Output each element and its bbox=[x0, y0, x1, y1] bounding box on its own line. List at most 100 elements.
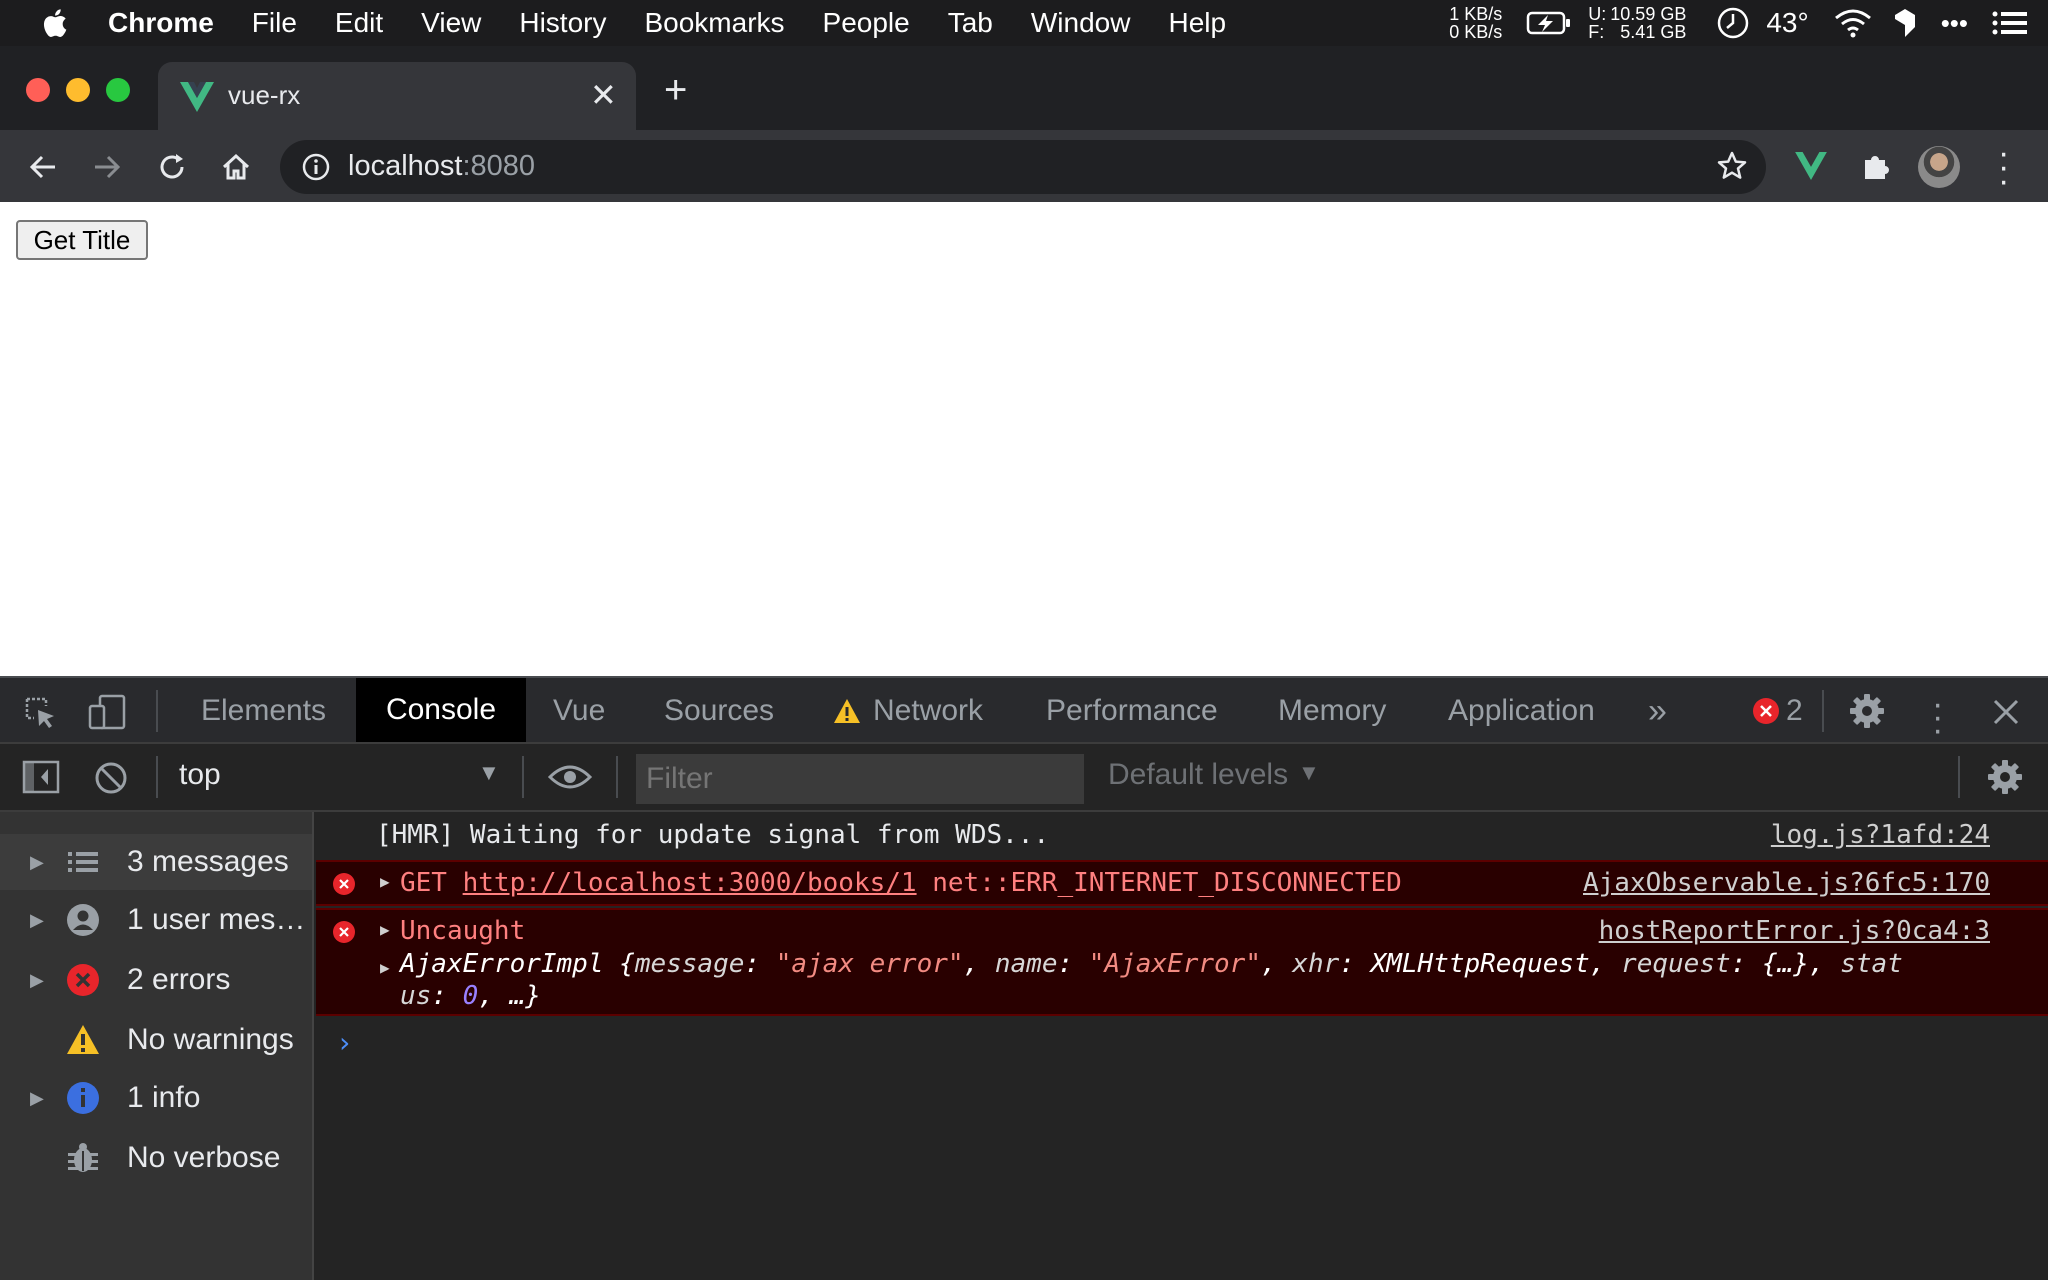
menu-bookmarks[interactable]: Bookmarks bbox=[644, 7, 784, 39]
clear-console-icon[interactable] bbox=[94, 761, 128, 795]
request-line: GET http://localhost:3000/books/1 net::E… bbox=[400, 868, 1402, 898]
console-sidebar: ▶ 3 messages ▶ 1 user mes… ▶ 2 errors No… bbox=[0, 812, 314, 1280]
error-icon bbox=[333, 873, 355, 895]
tab-vue[interactable]: Vue bbox=[553, 678, 605, 744]
control-center-list-icon[interactable] bbox=[1992, 10, 2028, 36]
disk-usage[interactable]: 10.59 GB 5.41 GB bbox=[1610, 5, 1686, 41]
window-close-button[interactable] bbox=[26, 78, 50, 102]
log-levels-dropdown[interactable]: Default levels bbox=[1108, 758, 1288, 792]
window-zoom-button[interactable] bbox=[106, 78, 130, 102]
message-source-link[interactable]: hostReportError.js?0ca4:3 bbox=[1599, 916, 1990, 946]
extension-menu-icon[interactable] bbox=[1891, 7, 1919, 39]
home-icon[interactable] bbox=[220, 151, 252, 183]
message-source-link[interactable]: AjaxObservable.js?6fc5:170 bbox=[1583, 868, 1990, 898]
wifi-icon[interactable] bbox=[1833, 8, 1873, 38]
message-text: [HMR] Waiting for update signal from WDS… bbox=[376, 820, 1050, 850]
url-text[interactable]: localhost:8080 bbox=[348, 150, 535, 183]
sidebar-item-label: 2 errors bbox=[127, 963, 231, 996]
live-expression-eye-icon[interactable] bbox=[548, 762, 592, 792]
error-count[interactable]: 2 bbox=[1786, 678, 1803, 744]
menu-window[interactable]: Window bbox=[1031, 7, 1131, 39]
reload-icon[interactable] bbox=[156, 151, 188, 183]
url-port: :8080 bbox=[462, 150, 536, 182]
tab-network[interactable]: Network bbox=[873, 678, 983, 744]
menu-help[interactable]: Help bbox=[1168, 7, 1226, 39]
tab-sources[interactable]: Sources bbox=[664, 678, 774, 744]
vue-logo-icon bbox=[180, 82, 214, 112]
context-selector[interactable]: top bbox=[179, 758, 221, 792]
show-sidebar-icon[interactable] bbox=[22, 760, 60, 794]
sidebar-item-verbose[interactable]: No verbose bbox=[0, 1130, 312, 1186]
levels-chevron-down-icon[interactable]: ▼ bbox=[1298, 760, 1320, 786]
console-prompt-chevron-icon[interactable]: › bbox=[336, 1026, 353, 1059]
message-source-link[interactable]: log.js?1afd:24 bbox=[1771, 820, 1990, 850]
network-speed[interactable]: 1 KB/s 0 KB/s bbox=[1449, 5, 1502, 41]
request-url-link[interactable]: http://localhost:3000/books/1 bbox=[463, 868, 917, 898]
menu-app-name[interactable]: Chrome bbox=[108, 7, 214, 39]
back-arrow-icon[interactable] bbox=[28, 152, 58, 182]
sidebar-item-label: No warnings bbox=[127, 1023, 294, 1056]
prop-value: "ajax error" bbox=[775, 949, 964, 979]
close-devtools-icon[interactable] bbox=[1992, 698, 2020, 726]
tab-memory[interactable]: Memory bbox=[1278, 678, 1386, 744]
console-filter-input[interactable] bbox=[636, 754, 1084, 804]
prop-value: 0 bbox=[462, 981, 479, 1011]
profile-avatar[interactable] bbox=[1918, 146, 1960, 188]
browser-tab[interactable]: vue-rx ✕ bbox=[158, 62, 636, 130]
menu-edit[interactable]: Edit bbox=[335, 7, 383, 39]
sidebar-item-messages[interactable]: ▶ 3 messages bbox=[0, 834, 312, 890]
prop-key: name bbox=[994, 949, 1058, 979]
menu-history[interactable]: History bbox=[519, 7, 606, 39]
forward-arrow-icon[interactable] bbox=[92, 152, 122, 182]
sidebar-item-user-messages[interactable]: ▶ 1 user mes… bbox=[0, 892, 312, 948]
bookmark-star-icon[interactable] bbox=[1716, 150, 1748, 182]
expand-object-triangle-icon[interactable]: ▶ bbox=[380, 958, 390, 977]
vue-devtools-extension-icon[interactable] bbox=[1794, 152, 1828, 180]
bug-icon bbox=[68, 1143, 98, 1172]
get-title-button[interactable]: Get Title bbox=[16, 220, 148, 260]
device-toolbar-icon[interactable] bbox=[88, 694, 128, 730]
new-tab-button[interactable]: + bbox=[664, 70, 687, 110]
site-info-icon[interactable] bbox=[302, 153, 330, 181]
temperature[interactable]: 43° bbox=[1766, 7, 1808, 39]
context-dropdown-icon[interactable]: ▼ bbox=[478, 760, 500, 786]
more-tabs-chevron-icon[interactable]: » bbox=[1648, 678, 1667, 744]
chrome-menu-icon[interactable]: · · · bbox=[1998, 136, 2009, 198]
sidebar-item-errors[interactable]: ▶ 2 errors bbox=[0, 952, 312, 1008]
sidebar-item-label: 3 messages bbox=[127, 845, 289, 878]
expand-triangle-icon[interactable]: ▶ bbox=[380, 920, 390, 939]
extensions-puzzle-icon[interactable] bbox=[1860, 150, 1892, 182]
tab-performance[interactable]: Performance bbox=[1046, 678, 1218, 744]
clock-icon[interactable] bbox=[1716, 6, 1750, 40]
window-minimize-button[interactable] bbox=[66, 78, 90, 102]
expand-triangle-icon[interactable]: ▶ bbox=[30, 892, 44, 948]
error-object-preview[interactable]: AjaxErrorImpl {message: "ajax error", na… bbox=[400, 948, 2010, 1012]
tab-application[interactable]: Application bbox=[1448, 678, 1595, 744]
battery-charging-icon[interactable] bbox=[1526, 10, 1572, 36]
network-error-text: net::ERR_INTERNET_DISCONNECTED bbox=[932, 868, 1402, 898]
expand-triangle-icon[interactable]: ▶ bbox=[30, 952, 44, 1008]
tab-console[interactable]: Console bbox=[356, 678, 526, 742]
expand-triangle-icon[interactable]: ▶ bbox=[380, 872, 390, 891]
expand-triangle-icon[interactable]: ▶ bbox=[30, 834, 44, 890]
sidebar-item-warnings[interactable]: No warnings bbox=[0, 1012, 312, 1068]
toolbar-divider bbox=[522, 756, 524, 798]
settings-gear-icon[interactable] bbox=[1848, 692, 1886, 730]
tab-elements[interactable]: Elements bbox=[201, 678, 326, 744]
menu-file[interactable]: File bbox=[252, 7, 297, 39]
sidebar-item-info[interactable]: ▶ 1 info bbox=[0, 1070, 312, 1126]
menu-tab[interactable]: Tab bbox=[948, 7, 993, 39]
console-settings-gear-icon[interactable] bbox=[1986, 758, 2024, 796]
inspect-element-icon[interactable] bbox=[24, 696, 58, 730]
tab-close-icon[interactable]: ✕ bbox=[590, 76, 617, 114]
object-rest: …} bbox=[509, 981, 541, 1011]
apple-logo-icon[interactable] bbox=[40, 7, 68, 39]
prop-key: us bbox=[400, 981, 432, 1011]
prop-key: message bbox=[634, 949, 745, 979]
menu-people[interactable]: People bbox=[823, 7, 910, 39]
more-icon[interactable]: ••• bbox=[1941, 8, 1968, 39]
menu-view[interactable]: View bbox=[421, 7, 481, 39]
expand-triangle-icon[interactable]: ▶ bbox=[30, 1070, 44, 1126]
info-icon bbox=[67, 1082, 99, 1114]
error-count-icon[interactable] bbox=[1752, 697, 1780, 725]
